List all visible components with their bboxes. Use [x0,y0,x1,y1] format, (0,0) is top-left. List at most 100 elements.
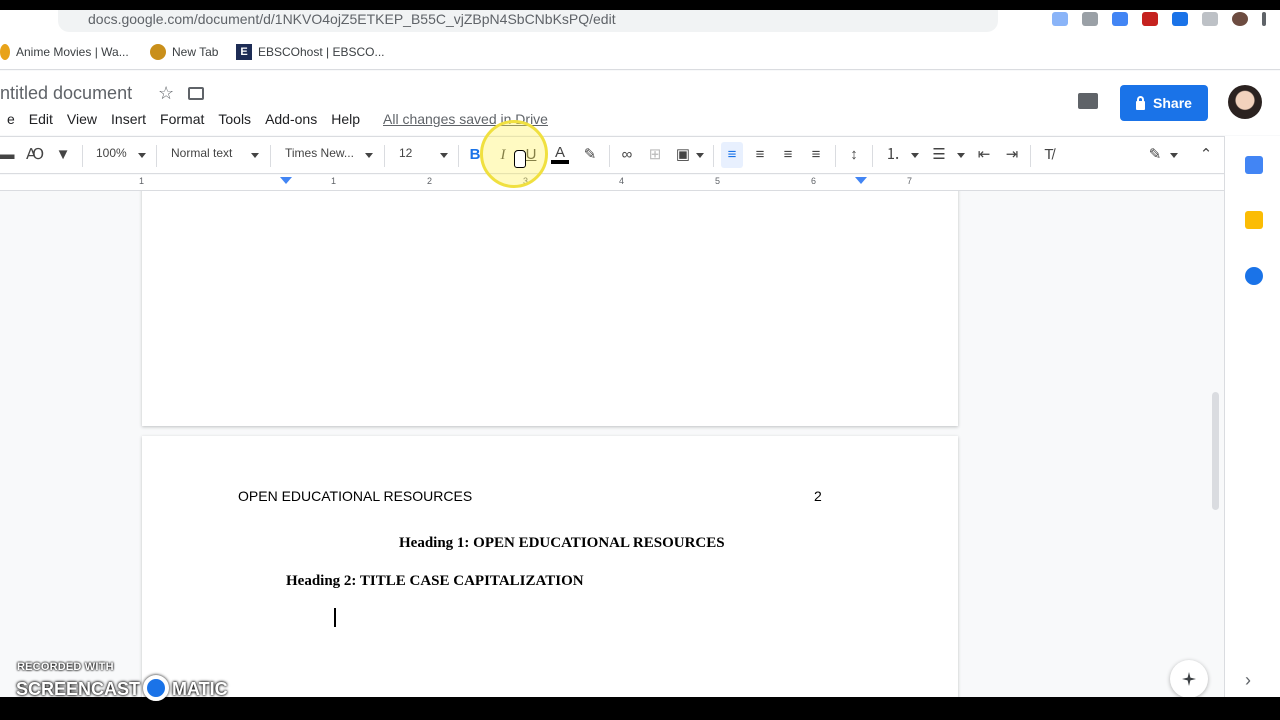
paint-format-icon[interactable]: ▼ [54,146,72,164]
link-icon[interactable]: ∞ [618,146,636,164]
ruler[interactable]: 1 1 2 3 4 5 6 7 [0,175,1224,191]
editing-mode-icon[interactable]: ✎ [1146,146,1164,164]
menu-tools[interactable]: Tools [211,111,258,127]
bulleted-list-icon[interactable]: ☰ [930,146,948,164]
avatar[interactable] [1228,85,1262,119]
screencast-logo-icon [143,675,170,702]
heading-1[interactable]: Heading 1: OPEN EDUCATIONAL RESOURCES [399,535,725,552]
chevron-down-icon[interactable] [251,153,259,158]
right-indent-marker-icon[interactable] [855,177,867,184]
formatting-toolbar: ▬ Ꜵ ▼ 100% Normal text Times New... 12 B… [0,136,1224,174]
print-icon[interactable]: ▬ [0,146,16,164]
address-bar[interactable]: docs.google.com/document/d/1NKVO4ojZ5ETK… [58,10,998,32]
explore-button[interactable] [1170,660,1208,698]
heading-2[interactable]: Heading 2: TITLE CASE CAPITALIZATION [286,573,584,590]
extension-icon[interactable] [1142,12,1158,26]
ruler-number: 6 [811,176,817,186]
menu-bar: e Edit View Insert Format Tools Add-ons … [0,111,367,127]
document-canvas[interactable]: OPEN EDUCATIONAL RESOURCES 2 Heading 1: … [0,191,1224,697]
extension-icon[interactable] [1172,12,1188,26]
font-select[interactable]: Times New... [285,146,354,160]
menu-help[interactable]: Help [324,111,367,127]
numbered-list-icon[interactable]: ⒈ [884,146,902,164]
ebsco-favicon-icon: E [236,44,252,60]
menu-icon[interactable] [1262,12,1266,26]
running-head[interactable]: OPEN EDUCATIONAL RESOURCES [238,488,472,504]
bookmark-ebsco[interactable]: E EBSCOhost | EBSCO... [236,44,385,60]
document-title[interactable]: ntitled document [0,83,132,104]
ruler-number: 7 [907,176,913,186]
watermark-brand-left: SCREENCAST [16,679,141,699]
extension-icon[interactable] [1202,12,1218,26]
watermark-caption: RECORDED WITH [17,661,114,673]
chevron-down-icon[interactable] [696,153,704,158]
screen: docs.google.com/document/d/1NKVO4ojZ5ETK… [0,0,1280,720]
page[interactable] [142,191,958,426]
text-color-button[interactable]: A [551,145,569,164]
menu-view[interactable]: View [60,111,104,127]
lock-icon [1136,95,1146,110]
decrease-indent-icon[interactable]: ⇤ [975,146,993,164]
left-indent-marker-icon[interactable] [280,177,292,184]
chevron-right-icon[interactable]: › [1245,670,1251,691]
watermark-brand: SCREENCAST MATIC [16,675,228,702]
menu-addons[interactable]: Add-ons [258,111,324,127]
extension-icon[interactable] [1052,12,1068,26]
extension-icon[interactable] [1082,12,1098,26]
bookmark-anime[interactable]: Anime Movies | Wa... [0,44,129,60]
ruler-number: 5 [715,176,721,186]
bookmark-new-tab[interactable]: New Tab [150,44,218,60]
keep-icon[interactable] [1245,211,1263,229]
spellcheck-icon[interactable]: Ꜵ [26,146,44,164]
add-comment-icon[interactable]: ⊞ [646,146,664,164]
image-icon[interactable]: ▣ [674,146,692,164]
watermark-brand-right: MATIC [172,679,228,699]
calendar-icon[interactable] [1245,156,1263,174]
highlight-color-icon[interactable]: ✎ [581,146,599,164]
profile-icon[interactable] [1232,12,1248,26]
zoom-select[interactable]: 100% [96,146,127,160]
chevron-down-icon[interactable] [1170,153,1178,158]
chevron-down-icon[interactable] [138,153,146,158]
line-spacing-icon[interactable]: ↕ [845,146,863,164]
anime-favicon-icon [0,44,10,60]
hand-cursor-icon [514,150,526,168]
menu-edit[interactable]: Edit [22,111,60,127]
ruler-number: 2 [427,176,433,186]
align-right-icon[interactable]: ≡ [779,146,797,164]
side-panel [1224,136,1280,697]
url-text[interactable]: docs.google.com/document/d/1NKVO4ojZ5ETK… [88,11,616,27]
browser-toolbar: docs.google.com/document/d/1NKVO4ojZ5ETK… [0,10,1280,36]
scrollbar[interactable] [1212,392,1219,510]
menu-insert[interactable]: Insert [104,111,153,127]
font-size-select[interactable]: 12 [399,146,412,160]
collapse-menus-icon[interactable]: ⌃ [1197,146,1215,164]
menu-file[interactable]: e [0,111,22,127]
increase-indent-icon[interactable]: ⇥ [1003,146,1021,164]
clear-formatting-icon[interactable]: T̸ [1040,146,1058,164]
align-left-icon[interactable]: ≡ [723,146,741,164]
menu-format[interactable]: Format [153,111,211,127]
style-select[interactable]: Normal text [171,146,232,160]
text-cursor [334,608,336,627]
divider [609,145,610,167]
chevron-down-icon[interactable] [911,153,919,158]
comment-history-icon[interactable] [1078,93,1098,109]
chevron-down-icon[interactable] [440,153,448,158]
chevron-down-icon[interactable] [365,153,373,158]
star-icon[interactable]: ☆ [158,83,174,104]
divider [713,145,714,167]
extension-icon[interactable] [1112,12,1128,26]
chevron-down-icon[interactable] [957,153,965,158]
bookmark-label: New Tab [172,45,219,59]
divider [156,145,157,167]
justify-icon[interactable]: ≡ [807,146,825,164]
share-button[interactable]: Share [1120,85,1208,121]
tasks-icon[interactable] [1245,267,1263,285]
align-center-icon[interactable]: ≡ [751,146,769,164]
page-number[interactable]: 2 [814,488,822,504]
bookmarks-bar: Anime Movies | Wa... New Tab E EBSCOhost… [0,36,1280,70]
move-folder-icon[interactable] [188,87,204,100]
divider [1030,145,1031,167]
page[interactable]: OPEN EDUCATIONAL RESOURCES 2 Heading 1: … [142,436,958,697]
